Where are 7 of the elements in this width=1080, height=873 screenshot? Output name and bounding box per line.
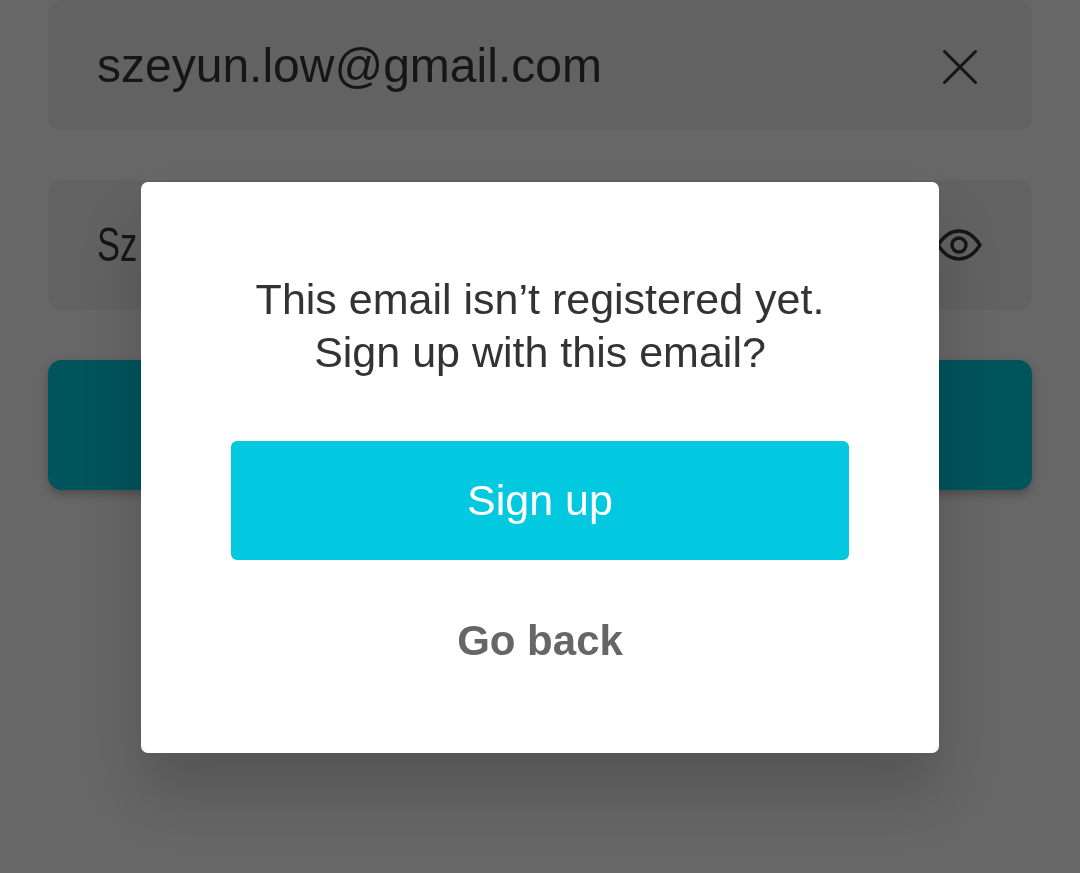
eye-icon[interactable]: [936, 229, 982, 261]
email-field[interactable]: szeyun.low@gmail.com: [48, 0, 1032, 130]
password-text: Sz: [97, 218, 138, 272]
go-back-button[interactable]: Go back: [453, 611, 627, 671]
sign-up-button[interactable]: Sign up: [231, 441, 849, 560]
dialog-message: This email isn’t registered yet. Sign up with this email?: [255, 274, 825, 378]
close-icon[interactable]: [943, 50, 977, 84]
